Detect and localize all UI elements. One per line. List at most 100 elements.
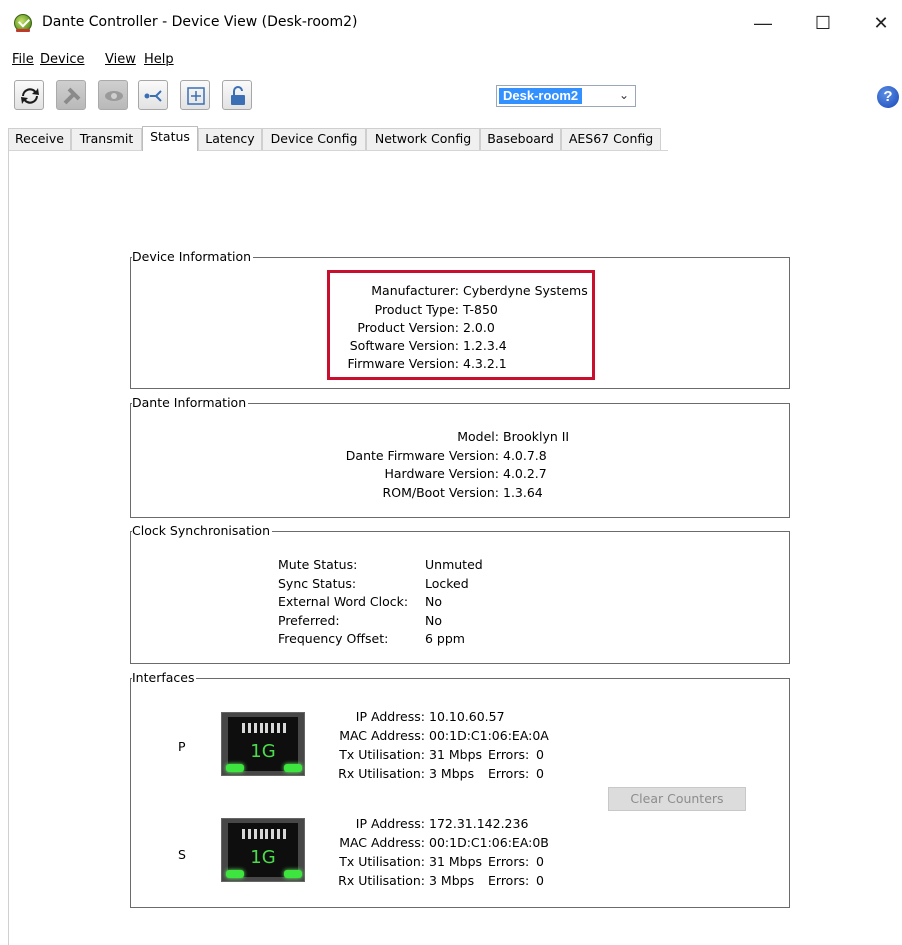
panel-border: [8, 150, 9, 945]
software-version-label: Software Version:: [349, 338, 459, 353]
ip-address-label: IP Address:: [355, 709, 425, 724]
ip-address-label: IP Address:: [355, 816, 425, 831]
port-name: S: [178, 847, 186, 862]
network-view-button[interactable]: [138, 80, 168, 110]
tab-network-config[interactable]: Network Config: [366, 128, 480, 150]
link-led-icon: [226, 764, 244, 772]
link-led-icon: [226, 870, 244, 878]
minimize-button[interactable]: —: [740, 0, 786, 46]
firmware-version-label: Firmware Version:: [347, 356, 459, 371]
tools-icon: [63, 87, 81, 105]
tab-bar: Receive Transmit Status Latency Device C…: [8, 126, 668, 151]
tx-utilisation-value: 31 Mbps: [429, 747, 483, 762]
tab-baseboard[interactable]: Baseboard: [480, 128, 561, 150]
app-icon-base: [16, 29, 30, 32]
refresh-button[interactable]: [14, 80, 44, 110]
firmware-version-value: 4.3.2.1: [463, 356, 507, 371]
hardware-version-label: Hardware Version:: [384, 466, 499, 481]
menu-device[interactable]: Device: [40, 52, 84, 67]
hardware-version-value: 4.0.2.7: [503, 466, 547, 481]
lock-button[interactable]: [222, 80, 252, 110]
device-select-value: Desk-room2: [499, 88, 583, 104]
rom-boot-version-value: 1.3.64: [503, 485, 543, 500]
title-bar: Dante Controller - Device View (Desk-roo…: [0, 0, 902, 46]
tx-errors-value: 0: [536, 747, 544, 762]
tx-errors-value: 0: [536, 854, 544, 869]
network-icon: [144, 90, 162, 102]
tx-utilisation-label: Tx Utilisation:: [339, 747, 425, 762]
ip-address-value: 172.31.142.236: [429, 816, 529, 831]
tab-latency[interactable]: Latency: [198, 128, 262, 150]
product-type-value: T-850: [463, 302, 498, 317]
menu-view[interactable]: View: [105, 52, 136, 67]
product-version-label: Product Version:: [357, 320, 459, 335]
rx-errors-value: 0: [536, 873, 544, 888]
add-icon: [187, 87, 205, 105]
identify-button[interactable]: [98, 80, 128, 110]
mac-address-value: 00:1D:C1:06:EA:0B: [429, 835, 549, 850]
add-button[interactable]: [180, 80, 210, 110]
preferred-value: No: [425, 613, 442, 628]
close-button[interactable]: ✕: [858, 0, 902, 46]
activity-led-icon: [284, 764, 302, 772]
ip-address-value: 10.10.60.57: [429, 709, 505, 724]
external-word-clock-value: No: [425, 594, 442, 609]
help-icon[interactable]: ?: [877, 86, 899, 108]
lock-icon: [231, 86, 245, 105]
tab-device-config[interactable]: Device Config: [262, 128, 366, 150]
tab-aes67-config[interactable]: AES67 Config: [561, 128, 661, 150]
dante-firmware-value: 4.0.7.8: [503, 448, 547, 463]
ethernet-port-icon: 1G: [221, 712, 305, 776]
tx-utilisation-label: Tx Utilisation:: [339, 854, 425, 869]
sync-status-value: Locked: [425, 576, 469, 591]
tab-transmit[interactable]: Transmit: [71, 128, 142, 150]
chevron-down-icon: ⌄: [618, 88, 629, 102]
device-tools-button[interactable]: [56, 80, 86, 110]
toolbar: [0, 76, 902, 120]
window-title: Dante Controller - Device View (Desk-roo…: [42, 14, 358, 30]
port-name: P: [178, 739, 186, 754]
tx-utilisation-value: 31 Mbps: [429, 854, 483, 869]
tab-status[interactable]: Status: [142, 126, 198, 151]
frequency-offset-label: Frequency Offset:: [278, 631, 389, 646]
clear-counters-button[interactable]: Clear Counters: [608, 787, 746, 811]
port-speed: 1G: [250, 847, 276, 868]
rx-errors-value: 0: [536, 766, 544, 781]
mute-status-value: Unmuted: [425, 557, 483, 572]
mac-address-label: MAC Address:: [339, 835, 425, 850]
menu-help[interactable]: Help: [144, 52, 174, 67]
menu-bar: File Device View Help: [0, 48, 902, 72]
group-title: Dante Information: [132, 395, 249, 410]
rx-utilisation-label: Rx Utilisation:: [338, 766, 425, 781]
tab-receive[interactable]: Receive: [8, 128, 71, 150]
model-label: Model:: [457, 429, 499, 444]
menu-file[interactable]: File: [12, 52, 34, 67]
tx-errors-label: Errors:: [488, 747, 530, 762]
refresh-icon: [21, 88, 39, 104]
mac-address-label: MAC Address:: [339, 728, 425, 743]
group-title: Interfaces: [132, 670, 197, 685]
frequency-offset-value: 6 ppm: [425, 631, 465, 646]
rom-boot-version-label: ROM/Boot Version:: [382, 485, 499, 500]
product-version-value: 2.0.0: [463, 320, 495, 335]
preferred-label: Preferred:: [278, 613, 340, 628]
rx-utilisation-value: 3 Mbps: [429, 766, 475, 781]
maximize-button[interactable]: ☐: [800, 0, 846, 46]
rx-errors-label: Errors:: [488, 873, 530, 888]
eye-icon: [105, 91, 123, 101]
port-speed: 1G: [250, 741, 276, 762]
mac-address-value: 00:1D:C1:06:EA:0A: [429, 728, 549, 743]
software-version-value: 1.2.3.4: [463, 338, 507, 353]
rx-utilisation-value: 3 Mbps: [429, 873, 475, 888]
group-title: Device Information: [132, 249, 254, 264]
sync-status-label: Sync Status:: [278, 576, 357, 591]
model-value: Brooklyn II: [503, 429, 570, 444]
rx-errors-label: Errors:: [488, 766, 530, 781]
ethernet-port-icon: 1G: [221, 818, 305, 882]
manufacturer-label: Manufacturer:: [371, 283, 459, 298]
device-select[interactable]: Desk-room2 ⌄: [496, 85, 636, 107]
manufacturer-value: Cyberdyne Systems: [463, 283, 588, 298]
tx-errors-label: Errors:: [488, 854, 530, 869]
rx-utilisation-label: Rx Utilisation:: [338, 873, 425, 888]
activity-led-icon: [284, 870, 302, 878]
